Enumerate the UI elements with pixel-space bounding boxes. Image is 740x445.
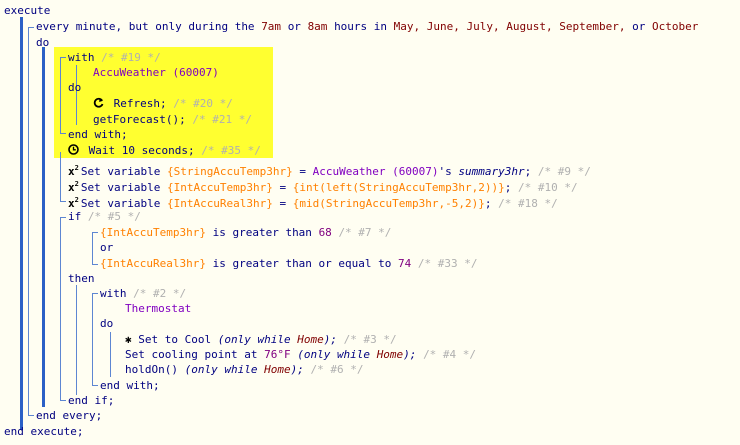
line-end-every[interactable]: end every;: [36, 408, 102, 423]
variable-intaccureal3hr[interactable]: {IntAccuReal3hr}: [167, 197, 273, 210]
line-with-2[interactable]: with /* #2 */: [100, 286, 186, 301]
line-if[interactable]: if /* #5 */: [68, 209, 141, 224]
asterisk-icon: ✱: [125, 333, 132, 346]
line-with-do[interactable]: do: [68, 80, 81, 95]
line-every[interactable]: every minute, but only during the 7am or…: [36, 19, 698, 34]
every-keyword: every: [36, 20, 70, 33]
with-keyword: with: [68, 51, 95, 64]
every-bracket-bottom: [28, 415, 34, 416]
execute-keyword: execute: [4, 4, 51, 17]
set-cooling-point-command[interactable]: Set cooling point at: [125, 348, 257, 361]
months-list[interactable]: May, June, July, August, September,: [394, 20, 626, 33]
statement-id-comment: /* #19 */: [101, 51, 161, 64]
time-8am[interactable]: 8am: [308, 20, 328, 33]
every-bracket: [28, 27, 29, 415]
line-with2-do[interactable]: do: [100, 316, 113, 331]
line-wait[interactable]: Wait 10 seconds; /* #35 */: [68, 143, 261, 158]
line-getforecast[interactable]: getForecast(); /* #21 */: [93, 112, 252, 127]
with-bracket-bottom: [60, 133, 66, 134]
line-condition-2[interactable]: {IntAccuReal3hr} is greater than or equa…: [100, 256, 478, 271]
line-execute[interactable]: execute: [4, 3, 50, 18]
getforecast-command[interactable]: getForecast();: [93, 113, 186, 126]
line-set-cool[interactable]: ✱ Set to Cool (only while Home); /* #3 *…: [125, 332, 397, 347]
line-or[interactable]: or: [100, 240, 113, 255]
expression[interactable]: {mid(StringAccuTemp3hr,-5,2)}: [293, 197, 485, 210]
line-end-execute[interactable]: end execute;: [4, 424, 83, 439]
line-holdon[interactable]: holdOn() (only while Home); /* #6 */: [125, 362, 363, 377]
with-bracket-top: [60, 57, 66, 58]
with2-bracket: [92, 293, 93, 385]
value-74[interactable]: 74: [398, 257, 411, 270]
if-bracket: [60, 217, 61, 401]
month-october[interactable]: October: [652, 20, 698, 33]
line-set-cooling-point[interactable]: Set cooling point at 76°F (only while Ho…: [125, 347, 476, 362]
conditions-bracket: [92, 232, 93, 264]
line-do[interactable]: do: [36, 35, 49, 50]
with-bracket: [60, 57, 61, 133]
time-7am[interactable]: 7am: [261, 20, 281, 33]
if-keyword: if: [68, 210, 82, 223]
line-then[interactable]: then: [68, 271, 95, 286]
do-keyword: do: [36, 36, 50, 49]
line-condition-1[interactable]: {IntAccuTemp3hr} is greater than 68 /* #…: [100, 225, 391, 240]
statements-bracket-bottom: [60, 201, 66, 202]
with2-bracket-bottom: [92, 385, 98, 386]
with-inner-bar: [76, 65, 77, 125]
set-to-cool-command[interactable]: Set to Cool: [138, 333, 211, 346]
refresh-command[interactable]: Refresh;: [114, 97, 167, 110]
line-with[interactable]: with /* #19 */: [68, 50, 161, 65]
statements-bracket: [60, 152, 61, 202]
device-thermostat[interactable]: Thermostat: [125, 302, 191, 315]
execute-block-bar: [20, 17, 23, 430]
line-setvar-3[interactable]: x2 Set variable {IntAccuReal3hr} = {mid(S…: [68, 193, 558, 210]
every-bracket-top: [28, 27, 34, 28]
if-bracket-bottom: [60, 400, 66, 401]
value-68[interactable]: 68: [319, 226, 332, 239]
mode-home[interactable]: Home: [297, 333, 324, 346]
holdon-command[interactable]: holdOn(): [125, 363, 178, 376]
conditions-bracket-bottom: [92, 264, 98, 265]
line-end-if[interactable]: end if;: [68, 393, 114, 408]
line-device-thermostat[interactable]: Thermostat: [125, 301, 191, 316]
wait-command[interactable]: Wait 10 seconds;: [89, 144, 195, 157]
if-bracket-top: [60, 217, 66, 218]
line-setvar-2[interactable]: x2 Set variable {IntAccuTemp3hr} = {int(l…: [68, 177, 578, 194]
line-end-with-2[interactable]: end with;: [100, 378, 160, 393]
with2-inner-bar: [110, 332, 111, 377]
value-76f[interactable]: 76°F: [264, 348, 291, 361]
clock-icon: [68, 144, 79, 155]
refresh-icon: [93, 97, 104, 108]
line-device-accuweather[interactable]: AccuWeather (60007): [93, 65, 219, 80]
line-end-with[interactable]: end with;: [68, 127, 128, 142]
line-refresh[interactable]: Refresh; /* #20 */: [93, 96, 233, 111]
line-setvar-1[interactable]: x2 Set variable {StringAccuTemp3hr} = Acc…: [68, 161, 591, 178]
with2-bracket-top: [92, 293, 98, 294]
device-accuweather[interactable]: AccuWeather (60007): [93, 66, 219, 79]
every-block-bar: [42, 47, 45, 407]
then-bar: [76, 285, 77, 395]
conditions-bracket-top: [92, 232, 98, 233]
